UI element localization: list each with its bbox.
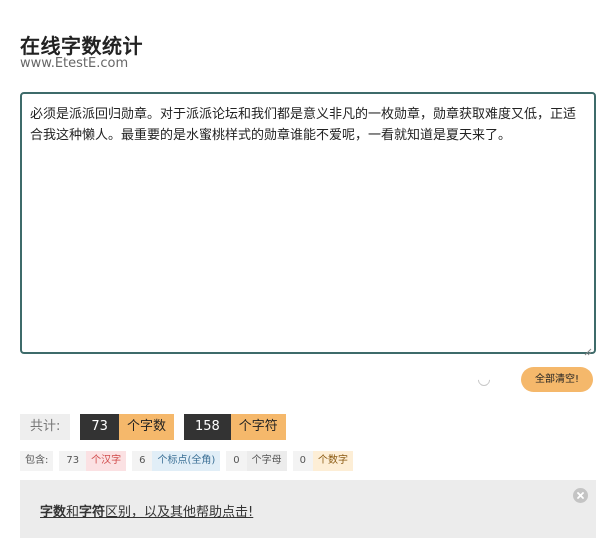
- help-link-and: 和: [66, 505, 80, 520]
- details-label: 包含:: [20, 451, 54, 471]
- letter-count-value: 0: [226, 451, 247, 471]
- chinese-count-badge: 73 个汉字: [59, 451, 127, 471]
- text-input-container: 必须是派派回归勋章。对于派派论坛和我们都是意义非凡的一枚勋章，勋章获取难度又低，…: [20, 92, 596, 356]
- digit-count-badge: 0 个数字: [292, 451, 354, 471]
- letter-count-unit: 个字母: [246, 451, 287, 471]
- help-link[interactable]: 字数和字符区别，以及其他帮助点击!: [40, 501, 253, 520]
- punct-count-badge: 6 个标点(全角): [132, 451, 221, 471]
- char-count-badge: 158 个字符: [183, 414, 286, 440]
- digit-count-value: 0: [292, 451, 314, 471]
- chinese-count-unit: 个汉字: [86, 451, 127, 471]
- resize-grip-icon[interactable]: [583, 341, 592, 356]
- word-count-badge: 73 个字数: [80, 414, 174, 440]
- totals-label: 共计:: [20, 414, 71, 440]
- loading-spinner-icon: [475, 371, 493, 389]
- char-count-unit: 个字符: [230, 414, 286, 440]
- clear-all-button[interactable]: 全部清空!: [521, 367, 593, 392]
- digit-count-unit: 个数字: [313, 451, 354, 471]
- char-count-value: 158: [183, 414, 231, 440]
- word-count-unit: 个字数: [118, 414, 174, 440]
- site-url: www.EtestE.com: [20, 56, 129, 71]
- punct-count-unit: 个标点(全角): [152, 451, 221, 471]
- close-icon[interactable]: [573, 488, 588, 503]
- word-count-value: 73: [80, 414, 119, 440]
- punct-count-value: 6: [132, 451, 153, 471]
- chinese-count-value: 73: [59, 451, 87, 471]
- details-row: 包含: 73 个汉字 6 个标点(全角) 0 个字母 0 个数字: [20, 451, 354, 471]
- text-input[interactable]: 必须是派派回归勋章。对于派派论坛和我们都是意义非凡的一枚勋章，勋章获取难度又低，…: [22, 94, 594, 352]
- page-title: 在线字数统计: [20, 34, 143, 58]
- help-panel: 字数和字符区别，以及其他帮助点击!: [20, 480, 596, 538]
- help-link-word: 字数: [40, 505, 67, 520]
- totals-row: 共计: 73 个字数 158 个字符: [20, 414, 286, 440]
- help-link-rest: 区别，以及其他帮助点击!: [105, 505, 254, 520]
- help-link-char: 字符: [79, 505, 106, 520]
- letter-count-badge: 0 个字母: [226, 451, 287, 471]
